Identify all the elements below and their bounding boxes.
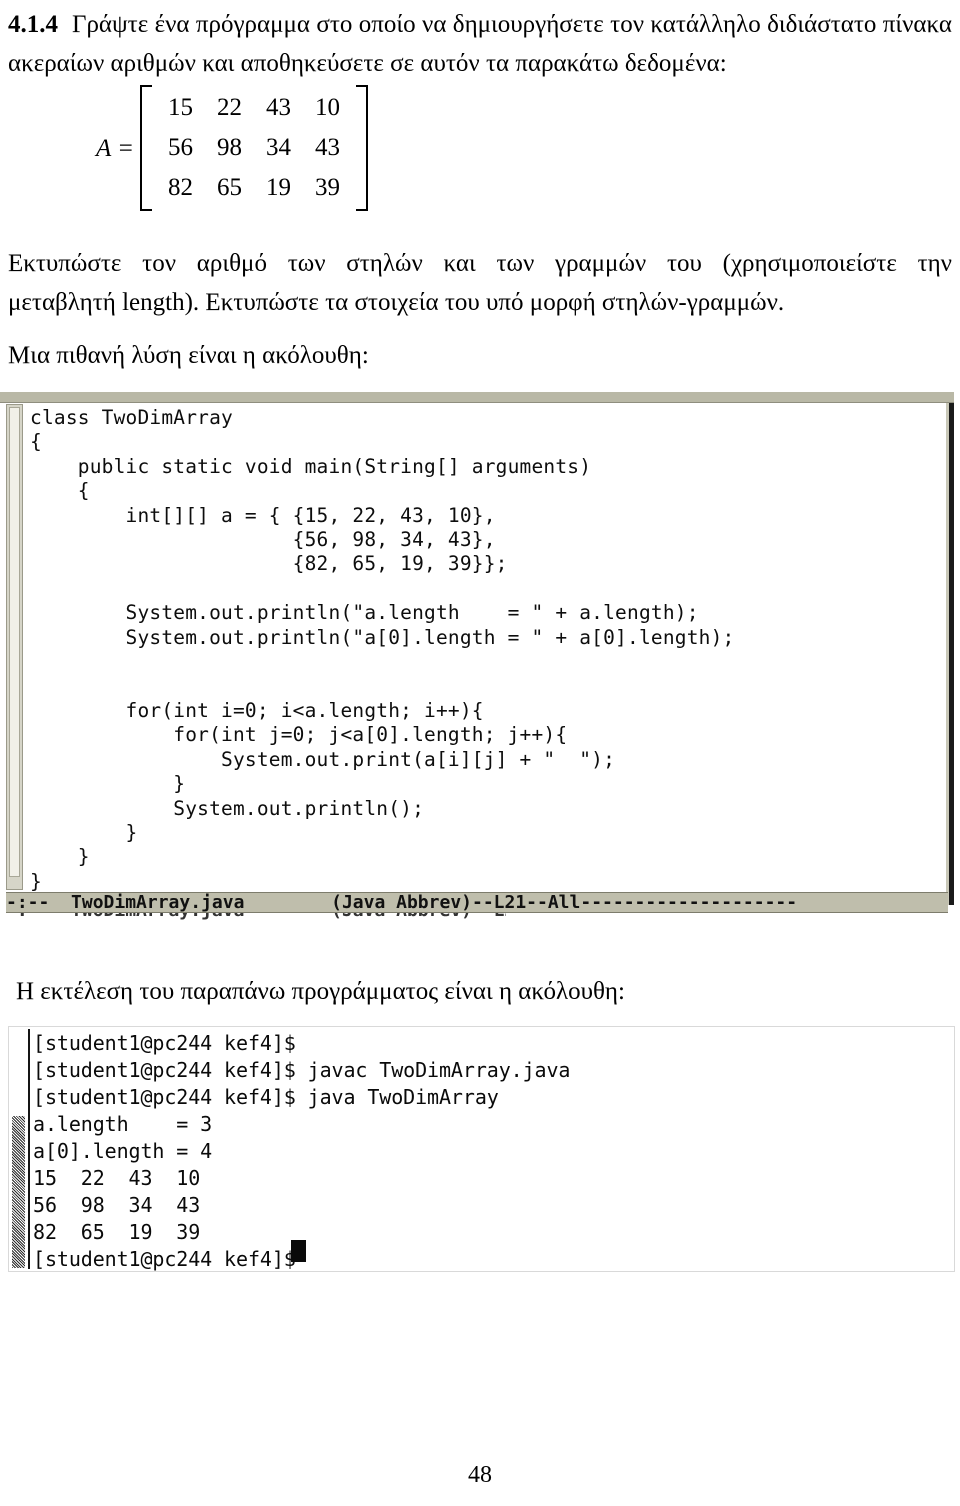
word: και bbox=[443, 250, 476, 277]
page-number: 48 bbox=[468, 1462, 492, 1488]
paragraph-line: μεταβλητή length). Εκτυπώστε τα στοιχεία… bbox=[8, 289, 785, 316]
word: (χρησιμοποιείστε bbox=[722, 250, 897, 277]
matrix-cell: 56 bbox=[167, 134, 193, 161]
matrix-cell: 43 bbox=[314, 134, 340, 161]
java-source-code: class TwoDimArray { public static void m… bbox=[30, 406, 735, 893]
word: τον bbox=[142, 250, 177, 277]
word: των bbox=[287, 250, 326, 277]
matrix-cell: 15 bbox=[167, 94, 193, 121]
matrix-cell: 65 bbox=[216, 174, 242, 201]
emacs-mode-line: -:-- TwoDimArray.java (Java Abbrev)--L21… bbox=[6, 892, 948, 913]
terminal-left-border bbox=[28, 1029, 30, 1269]
matrix-cell: 22 bbox=[216, 94, 242, 121]
terminal-cursor bbox=[291, 1240, 306, 1262]
document-page: 4.1.4 Γράψτε ένα πρόγραμμα στο οποίο να δ… bbox=[0, 0, 960, 1506]
word: γραμμών bbox=[555, 250, 647, 277]
exercise-text: Γράψτε ένα πρόγραμμα στο οποίο να δημιου… bbox=[8, 11, 952, 77]
matrix-grid: 15 22 43 10 56 98 34 43 82 65 19 39 bbox=[152, 85, 356, 211]
paragraph-line-justified: Εκτυπώστε τον αριθμό των στηλών και των … bbox=[8, 244, 952, 283]
emacs-toolbar bbox=[0, 392, 954, 403]
matrix-cell: 19 bbox=[265, 174, 291, 201]
scrollbar-track[interactable] bbox=[12, 1116, 25, 1268]
paragraph-columns-rows: Εκτυπώστε τον αριθμό των στηλών και των … bbox=[8, 244, 952, 322]
terminal-window: [student1@pc244 kef4]$ [student1@pc244 k… bbox=[8, 1026, 955, 1272]
emacs-vertical-scrollbar[interactable] bbox=[6, 404, 23, 890]
exercise-statement: 4.1.4 Γράψτε ένα πρόγραμμα στο οποίο να δ… bbox=[8, 5, 952, 83]
terminal-output: [student1@pc244 kef4]$ [student1@pc244 k… bbox=[33, 1031, 571, 1271]
terminal-vertical-scrollbar[interactable] bbox=[12, 1030, 26, 1268]
emacs-mode-line-partial: -:-- TwoDimArray.java (Java Abbrev)--L21… bbox=[6, 913, 506, 920]
matrix-cell: 10 bbox=[314, 94, 340, 121]
matrix-cell: 43 bbox=[265, 94, 291, 121]
matrix-cell: 34 bbox=[265, 134, 291, 161]
matrix-cell: 82 bbox=[167, 174, 193, 201]
paragraph-solution-intro: Μια πιθανή λύση είναι η ακόλουθη: bbox=[8, 342, 369, 369]
emacs-editor-window: class TwoDimArray { public static void m… bbox=[0, 392, 954, 920]
matrix-cell: 98 bbox=[216, 134, 242, 161]
word: Εκτυπώστε bbox=[8, 250, 122, 277]
emacs-mode-line-partial-text: -:-- TwoDimArray.java (Java Abbrev)--L21… bbox=[6, 913, 506, 920]
scrollbar-thumb[interactable] bbox=[9, 407, 20, 877]
paragraph-run-intro: Η εκτέλεση του παραπάνω προγράμματος είν… bbox=[16, 978, 625, 1005]
word: αριθμό bbox=[196, 250, 267, 277]
word: των bbox=[496, 250, 535, 277]
word: την bbox=[917, 250, 952, 277]
matrix-label: A = bbox=[96, 134, 134, 162]
matrix-body: 15 22 43 10 56 98 34 43 82 65 19 39 bbox=[139, 85, 368, 211]
word: στηλών bbox=[346, 250, 423, 277]
word: του bbox=[666, 250, 702, 277]
matrix-figure: A = 15 22 43 10 56 98 34 43 82 65 19 39 bbox=[96, 85, 368, 211]
emacs-right-border bbox=[949, 403, 954, 905]
exercise-number: 4.1.4 bbox=[8, 11, 58, 38]
matrix-right-bracket bbox=[355, 85, 368, 211]
matrix-cell: 39 bbox=[314, 174, 340, 201]
matrix-left-bracket bbox=[139, 85, 152, 211]
